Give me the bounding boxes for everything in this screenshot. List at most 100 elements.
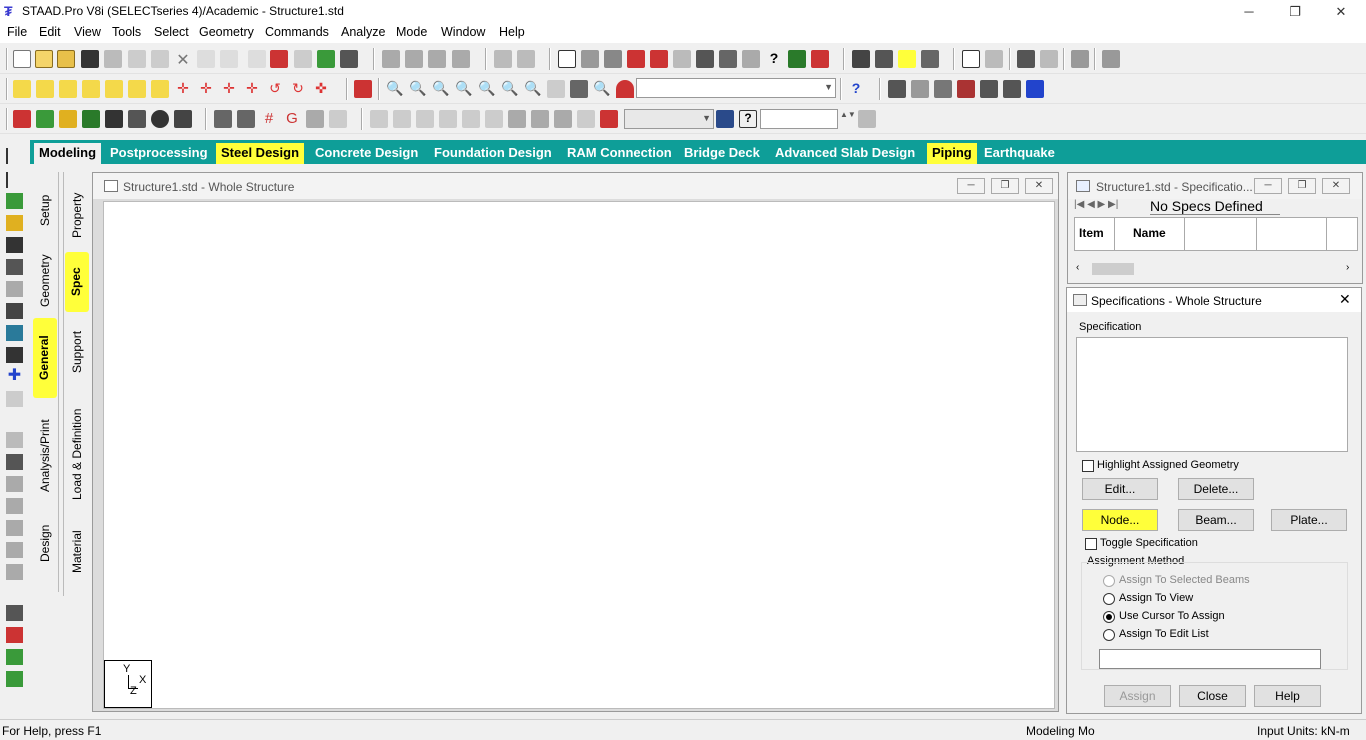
spec-table-minimize-button[interactable]: ─ — [1254, 178, 1282, 194]
tool-11-icon[interactable] — [6, 671, 23, 687]
view-front-icon[interactable] — [13, 80, 31, 98]
apply-scale-icon[interactable] — [858, 110, 876, 128]
document-icon[interactable] — [1026, 80, 1044, 98]
tab-bridge-deck[interactable]: Bridge Deck — [679, 143, 765, 164]
export-report-icon[interactable] — [1003, 80, 1021, 98]
search-icon[interactable]: 🔍 — [593, 80, 611, 98]
tool-10-icon[interactable] — [6, 649, 23, 665]
renumber-icon[interactable] — [306, 110, 324, 128]
deflection-icon[interactable] — [508, 110, 526, 128]
dialog-close-icon[interactable]: ✕ — [1339, 291, 1351, 308]
new-file-icon[interactable] — [13, 50, 31, 68]
cut-icon[interactable] — [128, 50, 146, 68]
radio-assign-to-view[interactable] — [1103, 593, 1115, 605]
member-icon[interactable] — [650, 50, 668, 68]
scale-input[interactable] — [760, 109, 838, 129]
tool-8-icon[interactable] — [6, 605, 23, 621]
moment-icon[interactable] — [554, 110, 572, 128]
sheet-nav[interactable]: |◀ ◀ ▶ ▶| — [1074, 199, 1150, 215]
assign-button[interactable]: Assign — [1104, 685, 1171, 707]
cursor-loads-icon[interactable] — [6, 347, 23, 363]
menu-edit[interactable]: Edit — [39, 25, 61, 39]
beam-button[interactable]: Beam... — [1178, 509, 1254, 531]
tab-concrete-design[interactable]: Concrete Design — [310, 143, 423, 164]
load-fx-icon[interactable] — [370, 110, 388, 128]
label-icon[interactable] — [719, 50, 737, 68]
view-combo[interactable]: ▼ — [636, 78, 836, 98]
zoom-out-icon[interactable]: 🔍 — [455, 80, 473, 98]
save-view-icon[interactable] — [382, 50, 400, 68]
scroll-left-icon[interactable]: ‹ — [1076, 262, 1079, 273]
animation-icon[interactable] — [577, 110, 595, 128]
measure-icon[interactable] — [696, 50, 714, 68]
view-left-icon[interactable] — [59, 80, 77, 98]
tool-3-icon[interactable] — [6, 476, 23, 492]
cursor-add-icon[interactable]: ✚ — [6, 368, 23, 385]
tab-modeling[interactable]: Modeling — [34, 143, 102, 164]
view-restore-button[interactable]: ❐ — [991, 178, 1019, 194]
highlighted-tool-icon[interactable] — [898, 50, 916, 68]
mesh-icon[interactable] — [852, 50, 870, 68]
annotation-icon[interactable] — [811, 50, 829, 68]
merge-icon[interactable]: G — [283, 110, 301, 128]
cursor-surfaces-icon[interactable] — [6, 215, 23, 231]
recent-icon[interactable] — [270, 50, 288, 68]
drawing-canvas[interactable]: Y X Z — [103, 201, 1055, 709]
zoom-dynamic-icon[interactable]: 🔍 — [409, 80, 427, 98]
zoom-previous-icon[interactable]: 🔍 — [501, 80, 519, 98]
load-case-combo[interactable]: ▼ — [624, 109, 714, 129]
context-help-icon[interactable]: ? — [847, 80, 865, 98]
align-icon[interactable] — [1017, 50, 1035, 68]
node-icon[interactable] — [581, 50, 599, 68]
help-button[interactable]: Help — [1254, 685, 1321, 707]
undo-icon[interactable] — [197, 50, 215, 68]
view-manager-icon[interactable] — [405, 50, 423, 68]
mirror-icon[interactable] — [174, 110, 192, 128]
shear-icon[interactable] — [531, 110, 549, 128]
circular-repeat-icon[interactable] — [151, 110, 169, 128]
sheet-tab-no-specs[interactable]: No Specs Defined — [1150, 198, 1280, 215]
toggle-spec-checkbox[interactable] — [1085, 538, 1097, 550]
close-button[interactable]: ✕ — [1318, 2, 1364, 21]
rotate-left-icon[interactable]: ✛ — [220, 80, 238, 98]
edit-list-input[interactable] — [1099, 649, 1321, 669]
tab-piping[interactable]: Piping — [927, 143, 977, 164]
view-bottom-icon[interactable] — [128, 80, 146, 98]
cursor-nodes-icon[interactable] — [6, 148, 23, 164]
print-setup-icon[interactable] — [888, 80, 906, 98]
menu-view[interactable]: View — [74, 25, 101, 39]
take-picture-icon[interactable] — [957, 80, 975, 98]
tool-6-icon[interactable] — [6, 542, 23, 558]
pan-icon[interactable]: ✜ — [312, 80, 330, 98]
cursor-elements-icon[interactable] — [6, 303, 23, 319]
tool-4-icon[interactable] — [6, 498, 23, 514]
side-tab-spec[interactable]: Spec — [65, 252, 89, 312]
edit-button[interactable]: Edit... — [1082, 478, 1158, 500]
side-tab-geometry[interactable]: Geometry — [38, 246, 52, 316]
add-plate-icon[interactable] — [82, 110, 100, 128]
menu-window[interactable]: Window — [441, 25, 485, 39]
radio-assign-edit-list[interactable] — [1103, 629, 1115, 641]
rotate-up-icon[interactable]: ✛ — [174, 80, 192, 98]
tab-postprocessing[interactable]: Postprocessing — [105, 143, 213, 164]
section-icon[interactable] — [1040, 50, 1058, 68]
curve-icon[interactable] — [985, 50, 1003, 68]
display-whole-icon[interactable] — [354, 80, 372, 98]
window-icon[interactable] — [558, 50, 576, 68]
cursor-beams-icon[interactable] — [6, 172, 23, 188]
view-minimize-button[interactable]: ─ — [957, 178, 985, 194]
cursor-solids-icon[interactable] — [6, 237, 23, 253]
check-icon[interactable] — [788, 50, 806, 68]
results-icon[interactable] — [716, 110, 734, 128]
cursor-physical-icon[interactable] — [6, 281, 23, 297]
stress-icon[interactable] — [600, 110, 618, 128]
tool-9-icon[interactable] — [6, 627, 23, 643]
menu-file[interactable]: File — [7, 25, 27, 39]
view-right-icon[interactable] — [82, 80, 100, 98]
tab-foundation-design[interactable]: Foundation Design — [429, 143, 557, 164]
undo-list-icon[interactable] — [248, 50, 266, 68]
report-setup-icon[interactable] — [980, 80, 998, 98]
cursor-supports-icon[interactable] — [6, 325, 23, 341]
side-tab-load-definition[interactable]: Load & Definition — [70, 404, 84, 504]
spec-table-close-button[interactable]: ✕ — [1322, 178, 1350, 194]
